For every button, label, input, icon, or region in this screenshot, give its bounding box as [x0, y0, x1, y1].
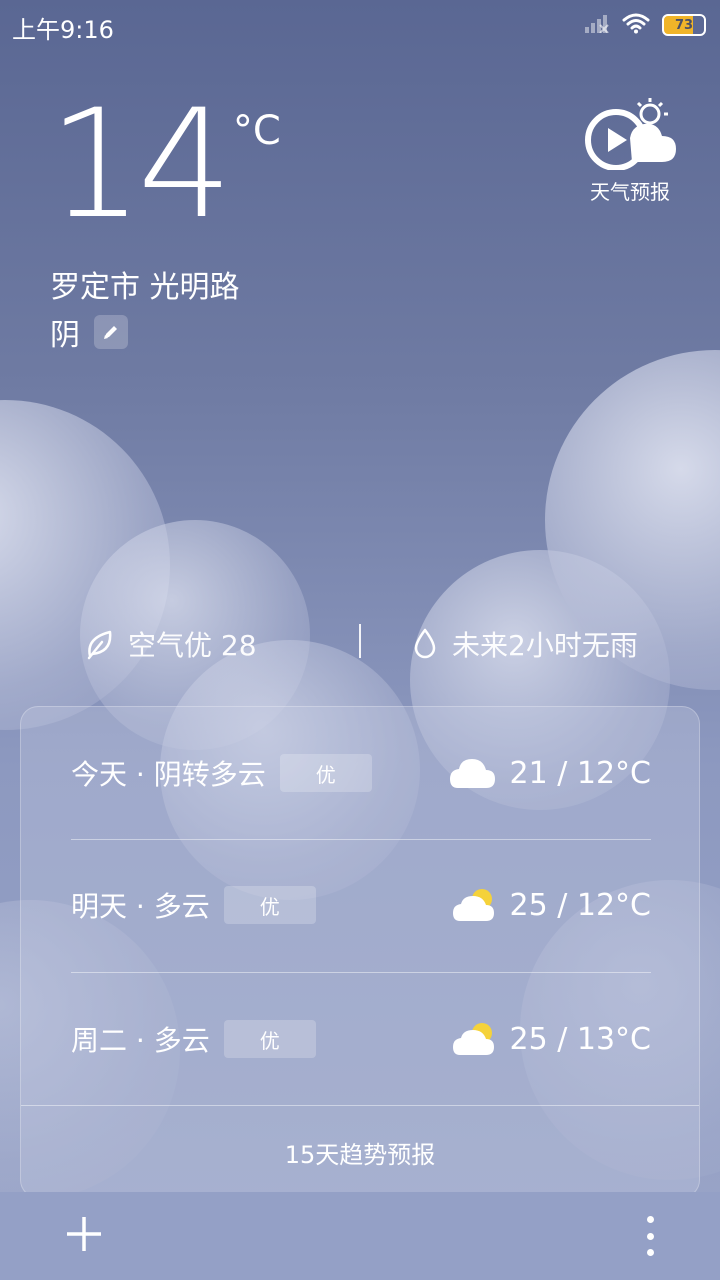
footer-divider [21, 1105, 699, 1106]
leaf-icon [87, 630, 112, 660]
metrics-divider [359, 624, 361, 658]
battery-level: 73 [674, 17, 694, 33]
signal-icon [584, 13, 610, 37]
temperature-range: 21 / 12°C [509, 755, 651, 791]
pencil-icon [104, 326, 117, 339]
temperature-range: 25 / 13°C [509, 1021, 651, 1057]
partly-cloudy-icon [452, 889, 494, 921]
condition-row: 阴 [50, 310, 128, 354]
row-divider [71, 839, 651, 840]
condition-text: 阴 [50, 318, 80, 353]
aqi-badge: 优 [279, 754, 372, 792]
more-dot-icon [646, 1232, 654, 1240]
temperature-range: 25 / 12°C [509, 887, 651, 923]
weather-video-label: 天气预报 [590, 180, 670, 204]
rain-forecast[interactable]: 未来2小时无雨 [412, 624, 638, 664]
edit-button[interactable] [94, 315, 128, 349]
trend-forecast-link[interactable]: 15天趋势预报 [21, 1107, 699, 1197]
forecast-row-tomorrow[interactable]: 明天 · 多云 优 25 / 12°C [71, 845, 651, 965]
partly-cloudy-icon [452, 1023, 494, 1055]
day-label: 周二 · 多云 [71, 1024, 210, 1057]
current-temperature: 14 °C [48, 90, 281, 240]
plus-icon [67, 1217, 101, 1251]
weather-video-button[interactable]: 天气预报 [582, 98, 678, 205]
wifi-icon [622, 12, 650, 38]
forecast-row-tuesday[interactable]: 周二 · 多云 优 25 / 13°C [71, 979, 651, 1099]
row-right: 21 / 12°C [448, 756, 651, 791]
row-divider [71, 972, 651, 973]
air-quality-text: 空气优 28 [128, 629, 257, 662]
aqi-badge: 优 [223, 1020, 316, 1058]
aqi-badge: 优 [223, 886, 316, 924]
temperature-value: 14 [48, 78, 233, 252]
rain-forecast-text: 未来2小时无雨 [452, 629, 638, 662]
day-label: 明天 · 多云 [71, 890, 210, 923]
location-name[interactable]: 罗定市 光明路 [50, 262, 240, 306]
status-time: 上午9:16 [12, 16, 114, 44]
raindrop-icon [414, 628, 436, 659]
weather-video-icon [585, 98, 676, 171]
add-city-button[interactable] [64, 1214, 104, 1254]
more-menu-button[interactable] [642, 1216, 658, 1256]
cloudy-icon [449, 759, 495, 788]
row-right: 25 / 13°C [452, 1021, 651, 1057]
more-dot-icon [646, 1216, 654, 1223]
status-icons: 73 [584, 12, 706, 38]
forecast-card: 今天 · 阴转多云 优 21 / 12°C 明天 · 多云 优 25 / 12°… [20, 706, 700, 1198]
bottom-bar [0, 1192, 720, 1280]
metrics-row: 空气优 28 未来2小时无雨 [0, 620, 720, 666]
temperature-unit: °C [232, 108, 281, 154]
row-right: 25 / 12°C [452, 887, 651, 923]
air-quality[interactable]: 空气优 28 [84, 624, 257, 664]
day-label: 今天 · 阴转多云 [71, 758, 266, 791]
battery-icon: 73 [662, 14, 706, 36]
more-dot-icon [646, 1249, 654, 1256]
forecast-row-today[interactable]: 今天 · 阴转多云 优 21 / 12°C [71, 713, 651, 833]
status-bar: 上午9:16 73 [0, 0, 720, 50]
